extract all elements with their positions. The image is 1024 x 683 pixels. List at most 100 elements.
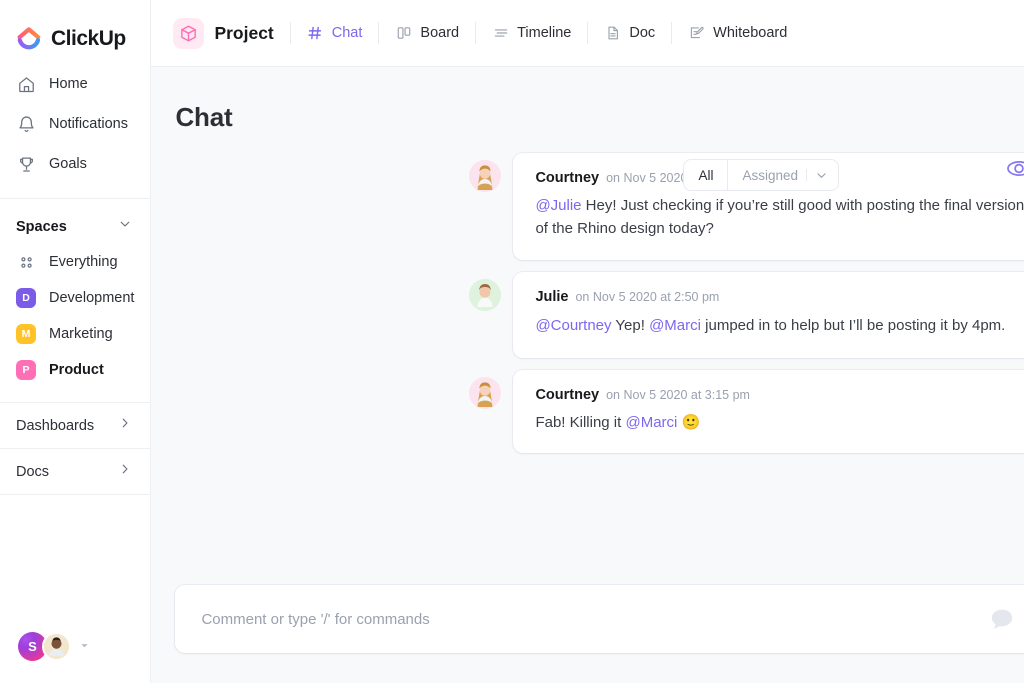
composer-area xyxy=(151,585,1024,683)
message-body: @Courtney Yep! @Marci jumped in to help … xyxy=(535,313,1024,340)
caret-down-icon[interactable] xyxy=(79,638,90,656)
space-badge: D xyxy=(16,288,36,308)
space-badge: M xyxy=(16,324,36,344)
message-text: Fab! Killing it xyxy=(535,414,625,431)
page-title: Chat xyxy=(175,102,232,133)
message-item: Julie on Nov 5 2020 at 2:50 pm @Courtney… xyxy=(151,272,1024,371)
message-body: Fab! Killing it @Marci 🙂 xyxy=(535,411,1024,434)
sidebar-item-label: Notifications xyxy=(49,116,128,132)
message-text: jumped in to help but I’ll be posting it… xyxy=(701,317,1005,334)
space-label: Development xyxy=(49,290,134,306)
sidebar-item-marketing[interactable]: M Marketing xyxy=(0,316,150,352)
message-body: @Julie Hey! Just checking if you’re stil… xyxy=(535,194,1024,241)
board-icon xyxy=(395,25,412,42)
mention-link[interactable]: @Courtney xyxy=(535,317,611,334)
spaces-title: Spaces xyxy=(16,219,67,235)
sidebar-item-notifications[interactable]: Notifications xyxy=(0,104,150,144)
tab-chat[interactable]: Chat xyxy=(291,15,379,51)
bell-icon xyxy=(16,114,36,134)
sidebar-item-label: Docs xyxy=(16,464,49,480)
chevron-down-icon[interactable] xyxy=(807,160,838,190)
divider xyxy=(0,198,150,199)
mention-link[interactable]: @Julie xyxy=(535,197,581,214)
watchers-button[interactable]: 1 xyxy=(1005,155,1024,185)
composer[interactable] xyxy=(175,585,1024,653)
avatar[interactable] xyxy=(469,279,501,311)
tab-label: Board xyxy=(420,25,459,41)
app-root: ClickUp Home Notific xyxy=(0,0,1024,683)
message-meta: Julie on Nov 5 2020 at 2:50 pm xyxy=(535,289,1024,305)
sidebar-item-goals[interactable]: Goals xyxy=(0,144,150,184)
filter-group: All Assigned xyxy=(683,159,839,191)
space-badge: P xyxy=(16,360,36,380)
sidebar-item-home[interactable]: Home xyxy=(0,64,150,104)
brand-name: ClickUp xyxy=(51,27,126,51)
primary-nav: Home Notifications xyxy=(0,58,150,194)
tab-board[interactable]: Board xyxy=(379,15,475,51)
sidebar: ClickUp Home Notific xyxy=(0,0,151,683)
space-label: Marketing xyxy=(49,326,113,342)
project-name: Project xyxy=(214,23,273,44)
tab-label: Timeline xyxy=(517,25,571,41)
tab-label: Whiteboard xyxy=(713,25,787,41)
message-meta: Courtney on Nov 5 2020 at 3:15 pm xyxy=(535,387,1024,403)
chevron-down-icon[interactable] xyxy=(118,217,132,236)
message-author: Courtney xyxy=(535,387,599,403)
mention-link[interactable]: @Marci xyxy=(649,317,701,334)
main-area: Project Chat xyxy=(151,0,1024,683)
brand[interactable]: ClickUp xyxy=(0,0,150,58)
spaces-header[interactable]: Spaces xyxy=(0,203,150,244)
tab-timeline[interactable]: Timeline xyxy=(476,15,587,51)
sidebar-item-development[interactable]: D Development xyxy=(0,280,150,316)
cube-icon xyxy=(173,18,204,49)
chevron-right-icon xyxy=(118,416,132,435)
whiteboard-icon xyxy=(688,25,705,42)
tab-label: Doc xyxy=(629,25,655,41)
sidebar-spacer xyxy=(0,494,150,632)
clickup-logo-icon xyxy=(16,26,42,52)
space-label: Product xyxy=(49,362,104,378)
message-item: Courtney on Nov 5 2020 at 1:50 pm @Julie… xyxy=(151,153,1024,272)
message-author: Julie xyxy=(535,289,568,305)
filter-assigned[interactable]: Assigned xyxy=(728,160,806,190)
message-bubble: Julie on Nov 5 2020 at 2:50 pm @Courtney… xyxy=(513,272,1024,359)
message-item: Courtney on Nov 5 2020 at 3:15 pm Fab! K… xyxy=(151,370,1024,465)
grid-dots-icon xyxy=(16,252,36,272)
message-author: Courtney xyxy=(535,170,599,186)
message-text: Hey! Just checking if you’re still good … xyxy=(535,197,1024,237)
mention-link[interactable]: @Marci xyxy=(625,414,677,431)
spaces-list: Everything D Development M Marketing P P… xyxy=(0,244,150,388)
sidebar-avatars: S xyxy=(0,632,150,683)
sidebar-item-everything[interactable]: Everything xyxy=(0,244,150,280)
message-timestamp: on Nov 5 2020 at 2:50 pm xyxy=(575,290,719,304)
avatar[interactable] xyxy=(42,632,71,661)
message-text: Yep! xyxy=(612,317,650,334)
trophy-icon xyxy=(16,154,36,174)
home-icon xyxy=(16,74,36,94)
tab-whiteboard[interactable]: Whiteboard xyxy=(672,15,803,51)
chevron-right-icon xyxy=(118,462,132,481)
message-thread: Courtney on Nov 5 2020 at 1:50 pm @Julie… xyxy=(151,141,1024,585)
comment-input[interactable] xyxy=(201,611,987,628)
hash-icon xyxy=(307,25,324,42)
filter-all[interactable]: All xyxy=(684,160,728,190)
chat-bubble-icon[interactable] xyxy=(987,604,1017,634)
avatar[interactable] xyxy=(469,160,501,192)
sidebar-item-label: Dashboards xyxy=(16,418,94,434)
message-timestamp: on Nov 5 2020 at 3:15 pm xyxy=(606,388,750,402)
tab-label: Chat xyxy=(332,25,363,41)
avatar[interactable] xyxy=(469,377,501,409)
space-label: Everything xyxy=(49,254,118,270)
page-header: Chat All Assigned 1 xyxy=(151,67,1024,141)
sidebar-item-label: Home xyxy=(49,76,88,92)
tab-doc[interactable]: Doc xyxy=(588,15,671,51)
doc-icon xyxy=(604,25,621,42)
sidebar-item-dashboards[interactable]: Dashboards xyxy=(0,402,150,448)
timeline-icon xyxy=(492,25,509,42)
sidebar-item-product[interactable]: P Product xyxy=(0,352,150,388)
topbar: Project Chat xyxy=(151,0,1024,67)
emoji: 🙂 xyxy=(677,414,700,431)
project-button[interactable]: Project xyxy=(173,18,289,49)
message-bubble: Courtney on Nov 5 2020 at 3:15 pm Fab! K… xyxy=(513,370,1024,453)
sidebar-item-docs[interactable]: Docs xyxy=(0,448,150,494)
